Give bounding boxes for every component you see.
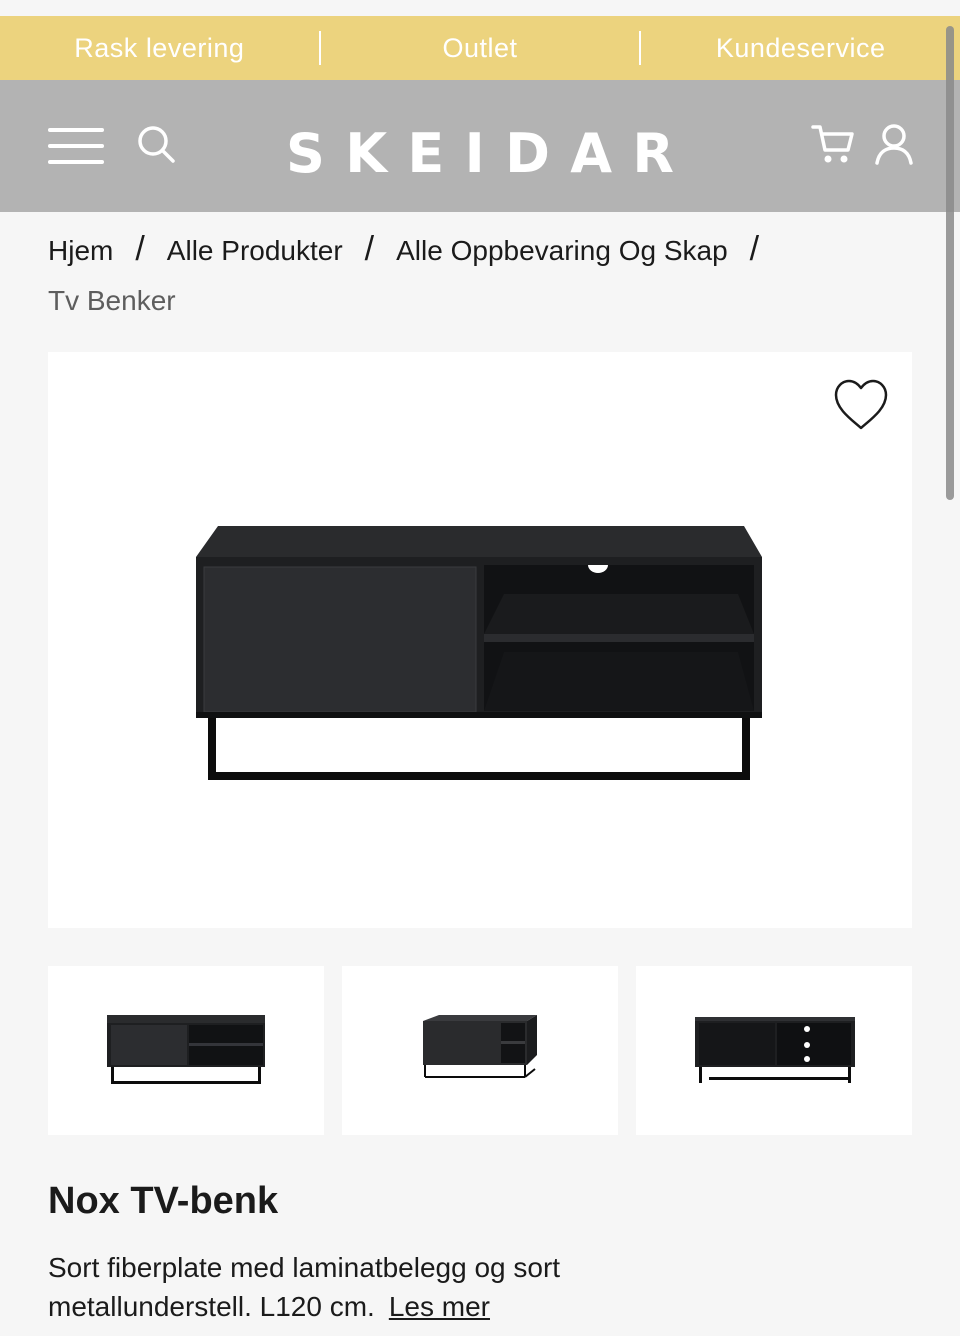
breadcrumb-separator: / xyxy=(364,230,375,268)
logo-letter: D xyxy=(505,122,550,185)
thumbnail-angled-view[interactable] xyxy=(342,966,618,1135)
breadcrumb: Hjem / Alle Produkter / Alle Oppbevaring Og … xyxy=(48,224,888,326)
thumbnail-front-open-view[interactable] xyxy=(636,966,912,1135)
tv-bench-thumb-open xyxy=(695,1016,855,1083)
promo-link-outlet[interactable]: Outlet xyxy=(321,33,640,64)
product-description: Sort fiberplate med laminatbelegg og sor… xyxy=(48,1248,688,1326)
logo-letter: A xyxy=(570,122,613,185)
read-more-link[interactable]: Les mer xyxy=(389,1291,490,1322)
promo-link-rask-levering[interactable]: Rask levering xyxy=(0,33,319,64)
tv-bench-thumb-angled xyxy=(423,1014,537,1078)
breadcrumb-link-alle-produkter[interactable]: Alle Produkter xyxy=(167,235,343,266)
promo-link-kundeservice[interactable]: Kundeservice xyxy=(641,33,960,64)
breadcrumb-current: Tv Benker xyxy=(48,285,176,316)
promo-bar: Rask levering Outlet Kundeservice xyxy=(0,16,960,80)
page-scrollbar[interactable] xyxy=(946,26,954,500)
user-icon[interactable] xyxy=(874,122,914,171)
breadcrumb-link-hjem[interactable]: Hjem xyxy=(48,235,113,266)
breadcrumb-link-oppbevaring[interactable]: Alle Oppbevaring Og Skap xyxy=(396,235,728,266)
logo-letter: K xyxy=(345,122,388,185)
site-header: S K E I D A R xyxy=(0,80,960,212)
logo-letter: S xyxy=(286,122,325,185)
status-strip xyxy=(0,0,960,16)
logo-letter: R xyxy=(632,122,674,185)
site-logo[interactable]: S K E I D A R xyxy=(286,122,674,185)
search-icon[interactable] xyxy=(136,124,176,169)
product-main-image[interactable] xyxy=(48,352,912,928)
thumbnail-front-view[interactable] xyxy=(48,966,324,1135)
tv-bench-thumb-front xyxy=(107,1014,265,1084)
tv-bench-illustration xyxy=(196,526,762,780)
breadcrumb-separator: / xyxy=(135,230,145,268)
product-title: Nox TV-benk xyxy=(48,1180,279,1222)
cart-icon[interactable] xyxy=(810,122,856,171)
breadcrumb-separator: / xyxy=(749,230,760,268)
hamburger-menu-icon[interactable] xyxy=(48,128,104,164)
logo-letter: I xyxy=(464,122,485,185)
logo-letter: E xyxy=(407,122,445,185)
thumbnail-gallery xyxy=(48,966,912,1135)
